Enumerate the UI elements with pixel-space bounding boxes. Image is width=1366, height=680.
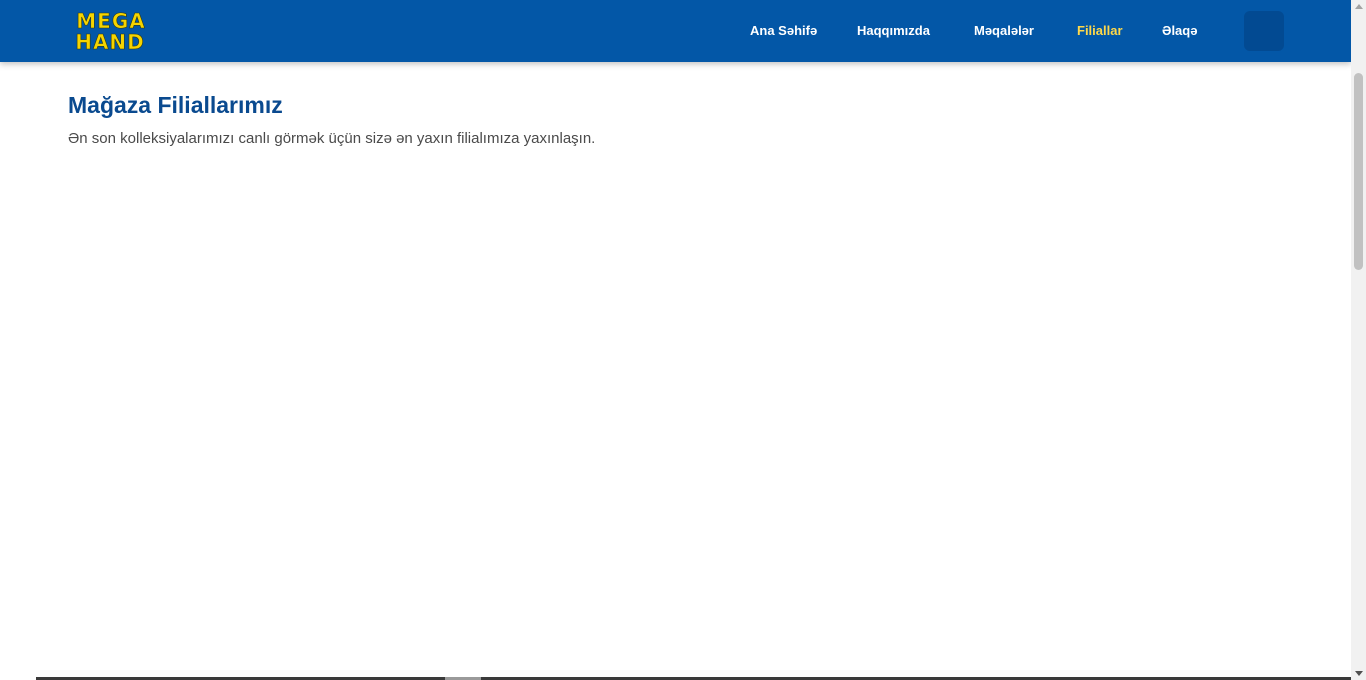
nav-link-articles[interactable]: Məqalələr <box>974 22 1034 40</box>
top-navbar: MEGA HAND Ana Səhifə Haqqımızda Məqalələ… <box>0 0 1351 62</box>
scroll-up-arrow-icon[interactable] <box>1355 4 1363 9</box>
scroll-thumb[interactable] <box>1354 73 1363 270</box>
page-viewport: MEGA HAND Ana Səhifə Haqqımızda Məqalələ… <box>0 0 1351 680</box>
main-content: Mağaza Filiallarımız Ən son kolleksiyala… <box>68 90 1268 149</box>
page-title: Mağaza Filiallarımız <box>68 92 283 118</box>
nav-link-about[interactable]: Haqqımızda <box>857 22 930 40</box>
page-subtitle: Ən son kolleksiyalarımızı canlı görmək ü… <box>68 130 596 147</box>
main-nav: Ana Səhifə Haqqımızda Məqalələr Filialla… <box>0 0 1351 62</box>
nav-link-contact[interactable]: Əlaqə <box>1162 22 1197 40</box>
scroll-down-arrow-icon[interactable] <box>1355 671 1363 676</box>
nav-link-home[interactable]: Ana Səhifə <box>750 22 817 40</box>
nav-action-button[interactable] <box>1244 11 1284 51</box>
nav-link-branches[interactable]: Filiallar <box>1077 22 1123 40</box>
vertical-scrollbar[interactable] <box>1351 0 1366 680</box>
